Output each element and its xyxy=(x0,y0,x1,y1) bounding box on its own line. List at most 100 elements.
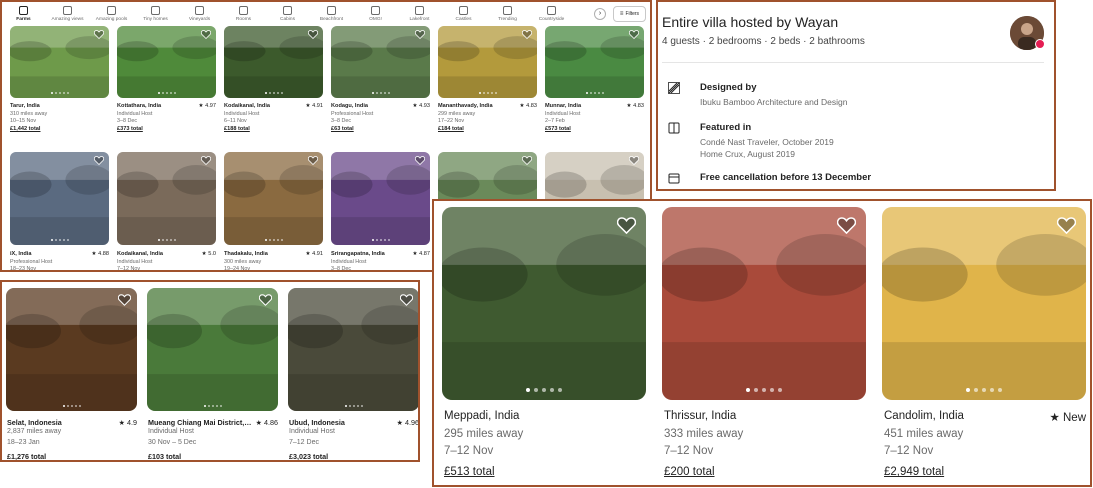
favorite-heart-icon[interactable] xyxy=(118,294,131,306)
favorite-heart-icon[interactable] xyxy=(94,30,104,39)
listing-card[interactable]: Ubud, Indonesia ★ 4.96 Individual Host 7–12… xyxy=(288,288,418,460)
category-label: Tiny homes xyxy=(143,17,168,22)
favorite-heart-icon[interactable] xyxy=(837,217,856,234)
listing-location: Srirangapatna, India xyxy=(331,251,385,257)
listing-photo[interactable] xyxy=(224,26,323,98)
listing-price[interactable]: £63 total xyxy=(331,126,354,132)
listing-price[interactable]: £3,023 total xyxy=(289,452,328,460)
listing-card[interactable]: Tarur, India 310 miles away 10–15 Nov £1,44… xyxy=(10,26,109,152)
listing-card[interactable]: Mananthavady, India ★ 4.83 299 miles away 1… xyxy=(438,26,537,152)
listing-card[interactable]: Kodaikanal, India ★ 5.0 Individual Host 7–1… xyxy=(117,152,216,270)
listing-price[interactable]: £513 total xyxy=(444,466,495,478)
listing-card[interactable]: iX, India ★ 4.88 Professional Host 18–23 No… xyxy=(10,152,109,272)
category-next-button[interactable]: › xyxy=(594,8,606,20)
listing-photo[interactable] xyxy=(438,26,537,98)
listing-price[interactable]: £200 total xyxy=(664,466,715,478)
listing-card[interactable]: Mueang Chiang Mai District, ... ★ 4.86 Ind… xyxy=(147,288,278,460)
category-tab[interactable]: Farms xyxy=(6,4,41,26)
listing-photo[interactable] xyxy=(147,288,278,411)
listing-host-distance: Individual Host xyxy=(148,428,194,435)
category-label: Amazing pools xyxy=(95,17,128,22)
listing-card[interactable]: Kodagu, India ★ 4.93 Professional Host 3–8 … xyxy=(331,26,430,152)
favorite-heart-icon[interactable] xyxy=(308,156,318,165)
category-tab[interactable]: Trending xyxy=(490,4,525,26)
category-label: Cabins xyxy=(280,17,295,22)
category-tab[interactable]: Beachfront xyxy=(314,4,349,26)
designer-name: Ibuku Bamboo Architecture and Design xyxy=(700,97,848,107)
listing-photo[interactable] xyxy=(288,288,418,411)
listing-location: Thrissur, India xyxy=(664,410,737,422)
listing-dates: 18–23 Nov xyxy=(10,266,37,272)
category-tab[interactable]: Amazing views xyxy=(50,4,85,26)
listing-price[interactable]: £188 total xyxy=(224,126,250,132)
category-tab[interactable]: Lakefront xyxy=(402,4,437,26)
featured-line-2: Home Crux, August 2019 xyxy=(700,149,795,159)
favorite-heart-icon[interactable] xyxy=(259,294,272,306)
listing-photo[interactable] xyxy=(331,26,430,98)
listing-price[interactable]: £1,276 total xyxy=(7,452,46,460)
listing-photo[interactable] xyxy=(882,207,1086,400)
favorite-heart-icon[interactable] xyxy=(522,156,532,165)
listing-rating: ★ 4.88 xyxy=(91,251,109,257)
category-tab[interactable]: Rooms xyxy=(226,4,261,26)
listing-photo[interactable] xyxy=(224,152,323,245)
listing-card[interactable]: Munnar, India ★ 4.83 Individual Host 2–7 Fe… xyxy=(545,26,644,152)
listing-dates: 3–8 Dec xyxy=(331,266,352,272)
listing-price[interactable]: £373 total xyxy=(117,126,143,132)
listing-photo[interactable] xyxy=(117,152,216,245)
category-tab[interactable]: Vineyards xyxy=(182,4,217,26)
listing-photo[interactable] xyxy=(662,207,866,400)
favorite-heart-icon[interactable] xyxy=(201,30,211,39)
category-tab[interactable]: Castles xyxy=(446,4,481,26)
favorite-heart-icon[interactable] xyxy=(308,30,318,39)
listing-card[interactable]: Kodaikanal, India ★ 4.91 Individual Host 6–… xyxy=(224,26,323,152)
category-tab[interactable]: OMG! xyxy=(358,4,393,26)
listing-photo[interactable] xyxy=(117,26,216,98)
listing-photo[interactable] xyxy=(442,207,646,400)
favorite-heart-icon[interactable] xyxy=(400,294,413,306)
carousel-dots xyxy=(585,92,604,94)
listing-dates: 30 Nov – 5 Dec xyxy=(148,439,197,446)
listing-location: Kodaikanal, India xyxy=(117,251,164,257)
listing-dates: 10–15 Nov xyxy=(10,118,37,124)
new-badge: ★ New xyxy=(1049,412,1086,424)
category-label: Farms xyxy=(16,17,31,22)
category-tab[interactable]: Amazing pools xyxy=(94,4,129,26)
favorite-heart-icon[interactable] xyxy=(1057,217,1076,234)
favorite-heart-icon[interactable] xyxy=(415,156,425,165)
favorite-heart-icon[interactable] xyxy=(522,30,532,39)
listing-card[interactable]: Thadakalu, India ★ 4.91 300 miles away 19–2… xyxy=(224,152,323,272)
category-tab[interactable]: Countryside xyxy=(534,4,569,26)
listing-photo[interactable] xyxy=(10,152,109,245)
listing-dates: 19–24 Nov xyxy=(224,266,251,272)
listing-card[interactable]: Selat, Indonesia ★ 4.9 2,837 miles away 18–… xyxy=(6,288,137,460)
listing-photo[interactable] xyxy=(545,26,644,98)
listing-price[interactable]: £573 total xyxy=(545,126,571,132)
listing-card[interactable]: Kottathara, India ★ 4.97 Individual Host 3–… xyxy=(117,26,216,152)
favorite-heart-icon[interactable] xyxy=(415,30,425,39)
category-label: Rooms xyxy=(235,17,252,22)
listing-photo[interactable] xyxy=(10,26,109,98)
listing-card[interactable]: Thrissur, India 333 miles away 7–12 Nov £20… xyxy=(662,207,866,483)
favorite-heart-icon[interactable] xyxy=(201,156,211,165)
listing-price[interactable]: £1,442 total xyxy=(10,126,40,132)
filters-button[interactable]: ≡ Filters xyxy=(613,6,646,22)
listing-price[interactable]: £184 total xyxy=(438,126,464,132)
listing-photo[interactable] xyxy=(331,152,430,245)
listing-card[interactable]: Meppadi, India 295 miles away 7–12 Nov £513… xyxy=(442,207,646,483)
listing-location: Munnar, India xyxy=(545,103,582,109)
category-tab[interactable]: Tiny homes xyxy=(138,4,173,26)
listing-card[interactable]: Candolim, India ★ New 451 miles away 7–12 N… xyxy=(882,207,1086,483)
cabin-icon xyxy=(283,6,292,15)
favorite-heart-icon[interactable] xyxy=(94,156,104,165)
listing-photo[interactable] xyxy=(6,288,137,411)
favorite-heart-icon[interactable] xyxy=(629,30,639,39)
listing-host-distance: Individual Host xyxy=(545,111,581,117)
listing-price[interactable]: £103 total xyxy=(148,452,181,460)
listing-price[interactable]: £2,949 total xyxy=(884,466,944,478)
listing-card[interactable]: Srirangapatna, India ★ 4.87 Individual Hos… xyxy=(331,152,430,272)
favorite-heart-icon[interactable] xyxy=(629,156,639,165)
design-icon xyxy=(668,82,680,94)
favorite-heart-icon[interactable] xyxy=(617,217,636,234)
category-tab[interactable]: Cabins xyxy=(270,4,305,26)
